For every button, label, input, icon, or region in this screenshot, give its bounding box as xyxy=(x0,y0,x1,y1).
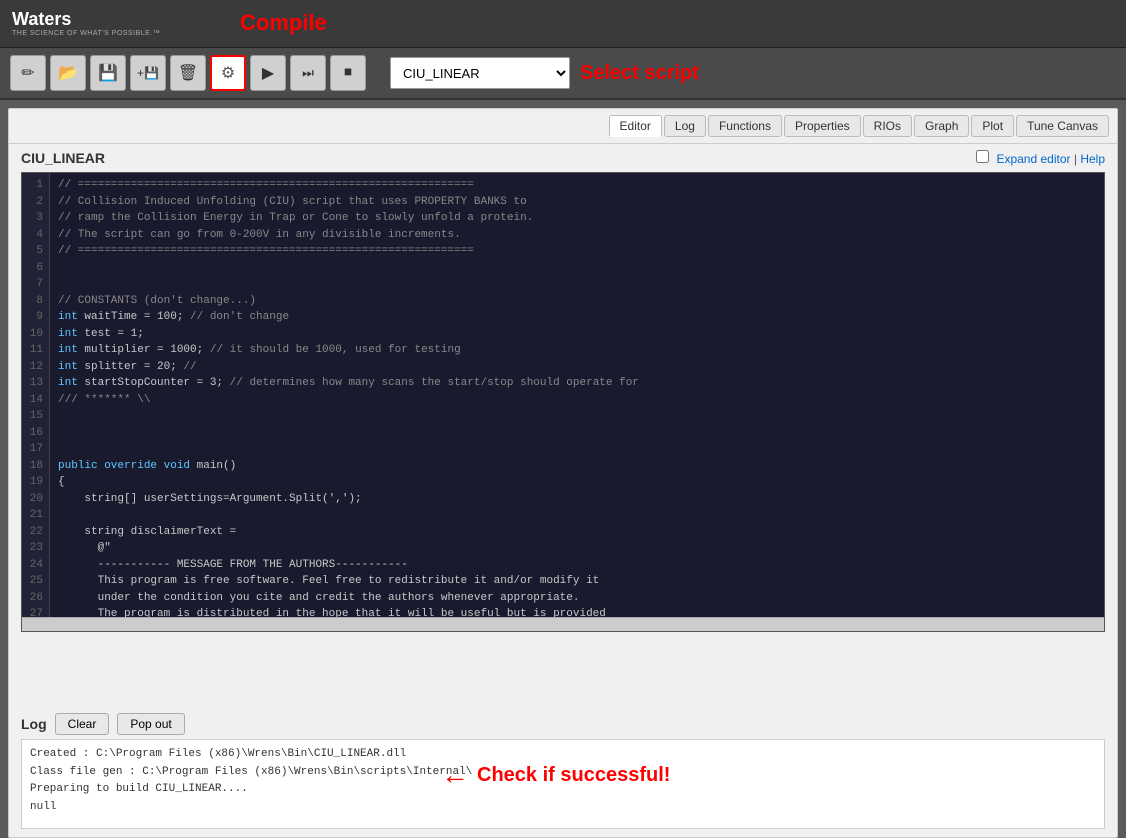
tab-functions[interactable]: Functions xyxy=(708,115,782,137)
editor-header: CIU_LINEAR Expand editor | Help xyxy=(21,144,1105,172)
tab-graph[interactable]: Graph xyxy=(914,115,969,137)
logo-subtitle: THE SCIENCE OF WHAT'S POSSIBLE.™ xyxy=(12,30,160,37)
tab-properties[interactable]: Properties xyxy=(784,115,861,137)
compile-button[interactable]: ⚙ xyxy=(210,55,246,91)
log-title: Log xyxy=(21,716,47,732)
run-button[interactable]: ▶ xyxy=(250,55,286,91)
expand-help: Expand editor | Help xyxy=(976,150,1105,166)
tab-log[interactable]: Log xyxy=(664,115,706,137)
editor-area: CIU_LINEAR Expand editor | Help 12345 67… xyxy=(9,144,1117,709)
compile-annotation: Compile xyxy=(240,10,327,36)
arrow-icon: ← xyxy=(441,759,469,791)
stop-button[interactable]: ⏹ xyxy=(330,55,366,91)
save-button[interactable]: 💾 xyxy=(90,55,126,91)
code-content: 12345 678910 1112131415 1617181920 21222… xyxy=(22,173,1104,617)
tab-bar: Editor Log Functions Properties RIOs Gra… xyxy=(9,109,1117,144)
expand-link[interactable]: Expand editor xyxy=(996,152,1070,166)
code-scroll[interactable]: 12345 678910 1112131415 1617181920 21222… xyxy=(22,173,1104,617)
code-container: 12345 678910 1112131415 1617181920 21222… xyxy=(21,172,1105,632)
tab-plot[interactable]: Plot xyxy=(971,115,1014,137)
popout-button[interactable]: Pop out xyxy=(117,713,184,735)
edit-button[interactable]: ✏ xyxy=(10,55,46,91)
header: Waters THE SCIENCE OF WHAT'S POSSIBLE.™ … xyxy=(0,0,1126,48)
select-script-annotation: Select script xyxy=(580,62,699,85)
script-dropdown[interactable]: CIU_LINEAR CIU_TRAP CIU_CONE xyxy=(390,57,570,89)
script-title: CIU_LINEAR xyxy=(21,150,105,166)
delete-button[interactable]: 🗑 xyxy=(170,55,206,91)
toolbar: ✏ 📂 💾 +💾 🗑 ⚙ ▶ ⏭ ⏹ CIU_LINEAR CIU_TRAP C… xyxy=(0,48,1126,100)
log-header: Log Clear Pop out xyxy=(21,713,1105,735)
step-button[interactable]: ⏭ xyxy=(290,55,326,91)
tab-editor[interactable]: Editor xyxy=(609,115,662,137)
horizontal-scrollbar[interactable] xyxy=(22,617,1104,631)
open-button[interactable]: 📂 xyxy=(50,55,86,91)
check-annotation: ← Check if successful! xyxy=(441,759,670,791)
new-button[interactable]: +💾 xyxy=(130,55,166,91)
script-select-area: CIU_LINEAR CIU_TRAP CIU_CONE Select scri… xyxy=(390,57,699,89)
tab-rios[interactable]: RIOs xyxy=(863,115,912,137)
check-label: Check if successful! xyxy=(477,764,670,787)
line-numbers: 12345 678910 1112131415 1617181920 21222… xyxy=(22,173,50,617)
log-section: Log Clear Pop out Created : C:\Program F… xyxy=(9,709,1117,837)
logo-title: Waters xyxy=(12,10,160,30)
help-link[interactable]: Help xyxy=(1080,152,1105,166)
logo-area: Waters THE SCIENCE OF WHAT'S POSSIBLE.™ xyxy=(12,10,160,37)
code-text[interactable]: // =====================================… xyxy=(50,173,1104,617)
tab-tune-canvas[interactable]: Tune Canvas xyxy=(1016,115,1109,137)
clear-button[interactable]: Clear xyxy=(55,713,110,735)
expand-checkbox[interactable] xyxy=(976,150,989,163)
main-panel: Editor Log Functions Properties RIOs Gra… xyxy=(8,108,1118,838)
